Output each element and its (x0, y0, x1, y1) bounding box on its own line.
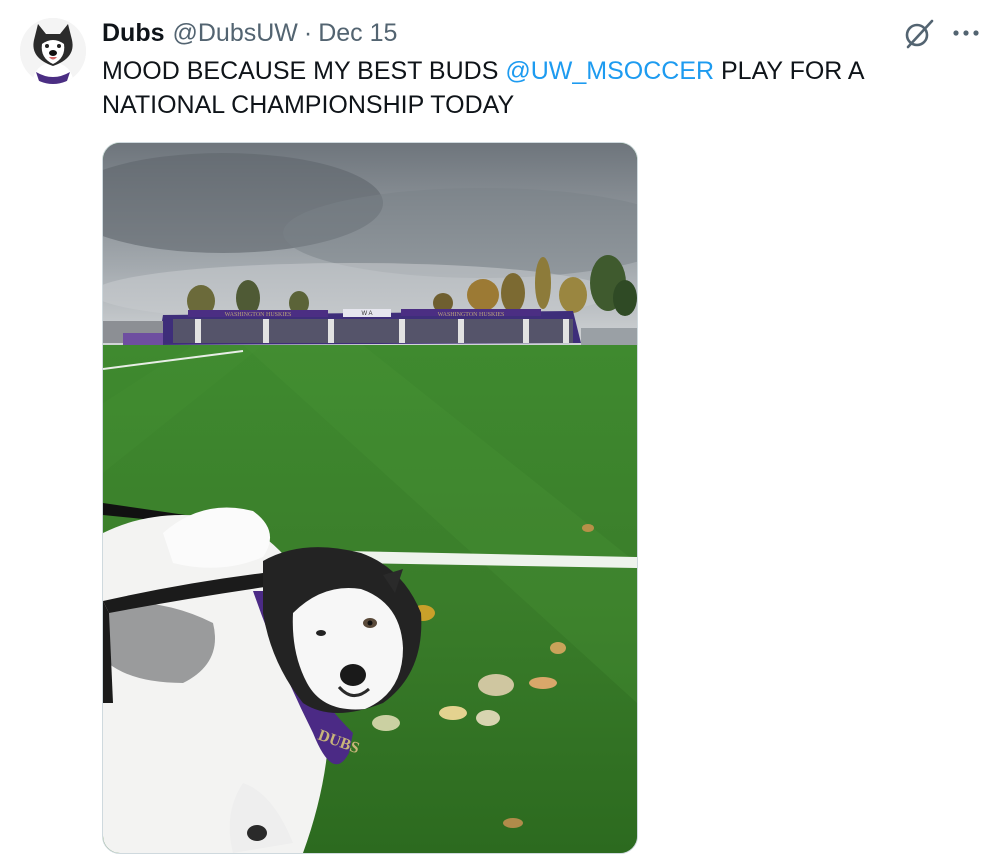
mention-link[interactable]: @UW_MSOCCER (505, 57, 714, 85)
display-name[interactable]: Dubs (102, 19, 165, 48)
stadium-sign-left: WASHINGTON HUSKIES (225, 312, 292, 318)
tweet-header: Dubs @DubsUW · Dec 15 (102, 16, 397, 50)
header-separator: · (303, 18, 313, 47)
tweet-text: MOOD BECAUSE MY BEST BUDS @UW_MSOCCER PL… (102, 54, 982, 122)
husky-avatar-icon (20, 18, 86, 84)
tweet-photo[interactable]: WASHINGTON HUSKIES W A WASHINGTON HUSKIE… (102, 142, 638, 854)
grok-icon[interactable] (902, 17, 936, 51)
user-handle[interactable]: @DubsUW (173, 19, 298, 48)
tweet-date[interactable]: Dec 15 (318, 19, 397, 48)
soccer-field-husky-image: WASHINGTON HUSKIES W A WASHINGTON HUSKIE… (103, 143, 637, 853)
avatar[interactable] (20, 18, 86, 84)
tweet[interactable]: Dubs @DubsUW · Dec 15 MOOD BECAUSE MY BE… (0, 0, 998, 868)
tweet-text-start: MOOD BECAUSE MY BEST BUDS (102, 57, 506, 85)
stadium-sign-right: WASHINGTON HUSKIES (438, 312, 505, 318)
stadium-sign-center: W A (361, 311, 372, 317)
more-icon[interactable] (950, 20, 982, 46)
